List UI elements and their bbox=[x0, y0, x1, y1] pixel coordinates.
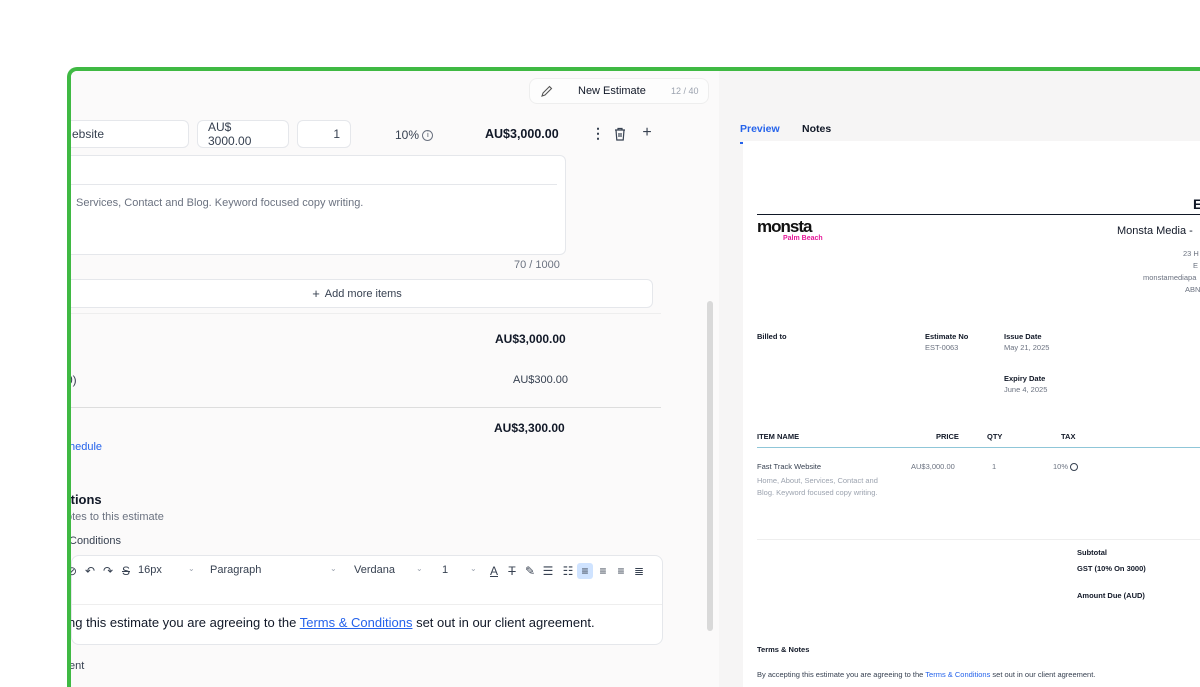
subtotal-value: AU$3,000.00 bbox=[495, 332, 566, 346]
align-justify-icon[interactable]: ≣ bbox=[631, 563, 647, 579]
tax-value: AU$300.00 bbox=[513, 374, 569, 386]
items-bottom-rule bbox=[757, 539, 1200, 540]
company-email: monstamediapa bbox=[1143, 273, 1197, 282]
company-address-1: 23 H bbox=[1183, 249, 1199, 258]
highlight-icon[interactable]: ✎ bbox=[522, 563, 538, 579]
notes-section-heading: itions bbox=[67, 492, 102, 507]
chevron-down-icon: ⌄ bbox=[330, 564, 337, 573]
issue-date-label: Issue Date bbox=[1004, 332, 1042, 341]
trash-icon[interactable] bbox=[613, 126, 627, 142]
issue-date-value: May 21, 2025 bbox=[1004, 343, 1050, 352]
item-amount: AU$3,000.00 bbox=[485, 127, 559, 141]
align-right-icon[interactable]: ≡ bbox=[613, 563, 629, 579]
table-header-rule bbox=[757, 447, 1200, 448]
estimate-no-label: Estimate No bbox=[925, 332, 969, 341]
notes-section-subtitle: otes to this estimate bbox=[67, 511, 164, 523]
logo-wordmark: monsta bbox=[757, 217, 812, 236]
align-center-icon[interactable]: ≡ bbox=[595, 563, 611, 579]
app-window: New Estimate 12 / 40 ebsite AU$ 3000.00 … bbox=[67, 67, 1200, 687]
add-line-icon[interactable]: + bbox=[640, 125, 654, 141]
item-tax[interactable]: 10% i bbox=[395, 128, 434, 142]
font-family-select[interactable]: Verdana ⌄ bbox=[354, 564, 424, 576]
company-abn: ABN bbox=[1185, 285, 1200, 294]
payment-schedule-link[interactable]: hedule bbox=[71, 441, 102, 453]
title-char-count: 12 / 40 bbox=[671, 86, 699, 96]
header-rule bbox=[757, 214, 1200, 215]
editor-scrollbar[interactable] bbox=[707, 301, 713, 631]
bullet-list-icon[interactable]: ☰ bbox=[540, 563, 556, 579]
description-char-count: 70 / 1000 bbox=[514, 259, 560, 271]
company-address-2: E bbox=[1193, 261, 1199, 270]
estimate-editor: New Estimate 12 / 40 ebsite AU$ 3000.00 … bbox=[71, 71, 719, 687]
font-size-select[interactable]: 16px ⌄ bbox=[138, 564, 198, 576]
chevron-down-icon: ⌄ bbox=[188, 564, 195, 573]
preview-item-qty: 1 bbox=[992, 462, 997, 471]
preview-item-tax: 10% bbox=[1053, 462, 1079, 472]
redo-icon[interactable]: ↷ bbox=[100, 563, 116, 579]
preview-item-price: AU$3,000.00 bbox=[911, 462, 955, 471]
description-divider bbox=[71, 184, 557, 185]
estimate-no-value: EST-0063 bbox=[925, 343, 959, 352]
estimate-title-bar[interactable]: New Estimate 12 / 40 bbox=[529, 78, 709, 104]
more-options-icon[interactable]: ⋮ bbox=[591, 126, 605, 142]
preview-amount-due-label: Amount Due (AUD) bbox=[1077, 591, 1145, 600]
undo-icon[interactable]: ↶ bbox=[82, 563, 98, 579]
terms-link[interactable]: Terms & Conditions bbox=[300, 615, 413, 630]
item-description-field[interactable]: Services, Contact and Blog. Keyword focu… bbox=[71, 155, 566, 255]
expiry-date-label: Expiry Date bbox=[1004, 374, 1046, 383]
tax-label: 0) bbox=[67, 373, 77, 387]
text-color-icon[interactable]: A bbox=[486, 563, 502, 579]
totals-divider bbox=[71, 407, 661, 408]
preview-item-name: Fast Track Website bbox=[757, 462, 822, 471]
plus-icon: + bbox=[312, 286, 320, 301]
col-item-name: ITEM NAME bbox=[757, 432, 800, 441]
strikethrough-icon[interactable]: S bbox=[118, 563, 134, 579]
preview-subtotal-label: Subtotal bbox=[1077, 548, 1107, 557]
chevron-down-icon: ⌄ bbox=[470, 564, 477, 573]
bottom-field-label: ent bbox=[69, 660, 85, 672]
block-type-select[interactable]: Paragraph ⌄ bbox=[210, 564, 340, 576]
chevron-down-icon: ⌄ bbox=[416, 564, 423, 573]
numbered-list-icon[interactable]: ☷ bbox=[560, 563, 576, 579]
col-qty: QTY bbox=[987, 432, 1003, 441]
link-icon[interactable]: ⊘ bbox=[71, 563, 80, 579]
preview-gst-label: GST (10% On 3000) bbox=[1077, 564, 1146, 573]
col-price: PRICE bbox=[936, 432, 959, 441]
add-more-items-button[interactable]: + Add more items bbox=[71, 279, 653, 308]
document-title: E bbox=[1193, 196, 1200, 212]
pencil-icon[interactable] bbox=[540, 84, 554, 98]
item-description-text[interactable]: Services, Contact and Blog. Keyword focu… bbox=[76, 197, 363, 209]
info-icon: i bbox=[422, 130, 434, 142]
company-logo: monsta Palm Beach bbox=[757, 217, 823, 243]
toolbar-divider bbox=[72, 604, 662, 605]
total-value: AU$3,300.00 bbox=[494, 421, 565, 435]
preview-terms-heading: Terms & Notes bbox=[757, 645, 810, 654]
info-icon bbox=[1070, 463, 1079, 472]
terms-field-label: Conditions bbox=[69, 535, 121, 547]
estimate-title[interactable]: New Estimate bbox=[578, 85, 646, 97]
preview-item-description: Home, About, Services, Contact and Blog.… bbox=[757, 476, 878, 497]
item-qty-input[interactable]: 1 bbox=[297, 120, 351, 148]
col-tax: TAX bbox=[1061, 432, 1076, 441]
item-name-input[interactable]: ebsite bbox=[71, 120, 189, 148]
company-name: Monsta Media - bbox=[1117, 225, 1193, 237]
preview-pane: Preview Notes E monsta Palm Beach Monsta… bbox=[719, 71, 1200, 687]
terms-editor[interactable]: ⊘ ↶ ↷ S 16px ⌄ Paragraph ⌄ Verdana ⌄ 1 ⌄ A T… bbox=[71, 555, 663, 645]
billed-to-label: Billed to bbox=[757, 332, 787, 341]
line-height-select[interactable]: 1 ⌄ bbox=[442, 564, 482, 576]
estimate-preview-document: E monsta Palm Beach Monsta Media - 23 H … bbox=[743, 141, 1200, 687]
items-section-border bbox=[71, 313, 661, 314]
tab-notes[interactable]: Notes bbox=[802, 123, 831, 135]
tab-preview[interactable]: Preview bbox=[740, 123, 780, 135]
align-left-icon[interactable]: ≡ bbox=[577, 563, 593, 579]
logo-tagline: Palm Beach bbox=[783, 235, 823, 242]
terms-editor-content[interactable]: ng this estimate you are agreeing to the… bbox=[71, 615, 595, 630]
clear-format-icon[interactable]: T bbox=[504, 563, 520, 579]
expiry-date-value: June 4, 2025 bbox=[1004, 385, 1048, 394]
item-price-input[interactable]: AU$ 3000.00 bbox=[197, 120, 289, 148]
